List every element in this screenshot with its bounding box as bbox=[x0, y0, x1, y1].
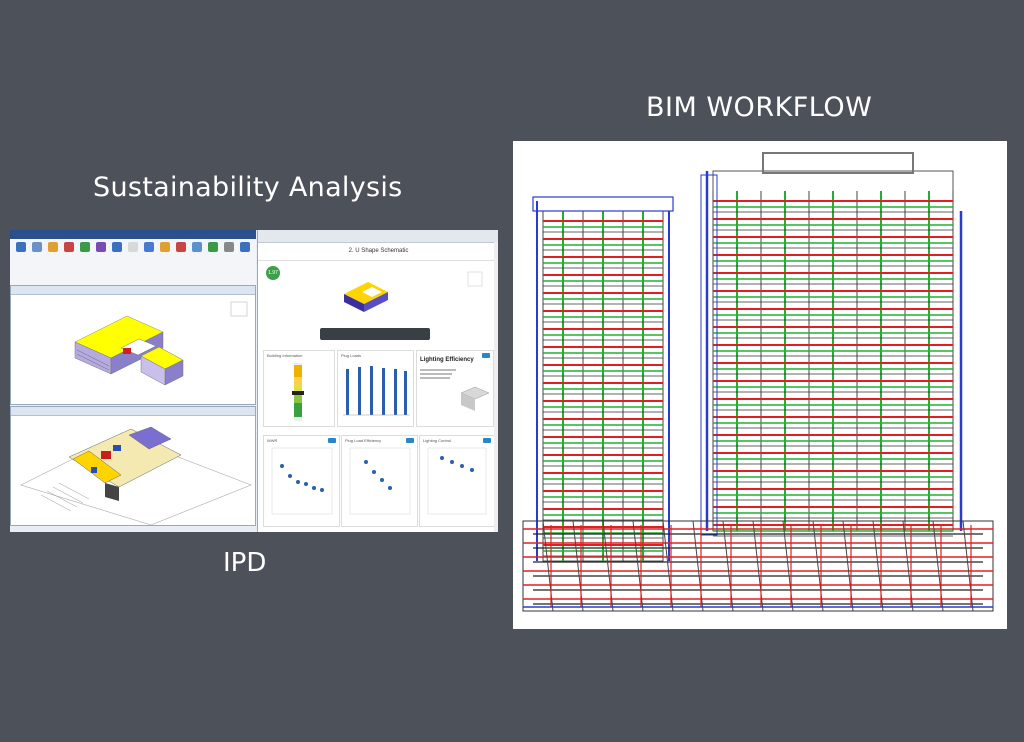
sustainability-analysis-screenshot: 2. U Shape Schematic 1.97 Building Infor… bbox=[10, 230, 498, 532]
web-header: 2. U Shape Schematic bbox=[258, 242, 498, 261]
web-scrollbar[interactable] bbox=[494, 242, 498, 532]
card-wwr: WWR bbox=[263, 435, 340, 527]
card-plug-loads: Plug Loads bbox=[337, 350, 414, 427]
bim-model-image bbox=[513, 141, 1007, 629]
floor-plan-viewport bbox=[10, 406, 256, 526]
card-lighting-efficiency: Lighting Efficiency bbox=[416, 350, 494, 427]
card-lighting-control: Lighting Control bbox=[419, 435, 495, 527]
insight-web-panel: 2. U Shape Schematic 1.97 Building Infor… bbox=[257, 230, 498, 532]
view-toolbar[interactable] bbox=[320, 328, 430, 340]
ipd-title: IPD bbox=[223, 548, 267, 578]
revit-ribbon bbox=[10, 230, 256, 286]
sustainability-analysis-title: Sustainability Analysis bbox=[93, 172, 403, 203]
card-plug-load-efficiency: Plug Load Efficiency bbox=[341, 435, 418, 527]
3d-massing-viewport bbox=[10, 285, 256, 405]
bim-workflow-title: BIM WORKFLOW bbox=[646, 92, 873, 123]
card-building-information: Building Information bbox=[263, 350, 335, 427]
